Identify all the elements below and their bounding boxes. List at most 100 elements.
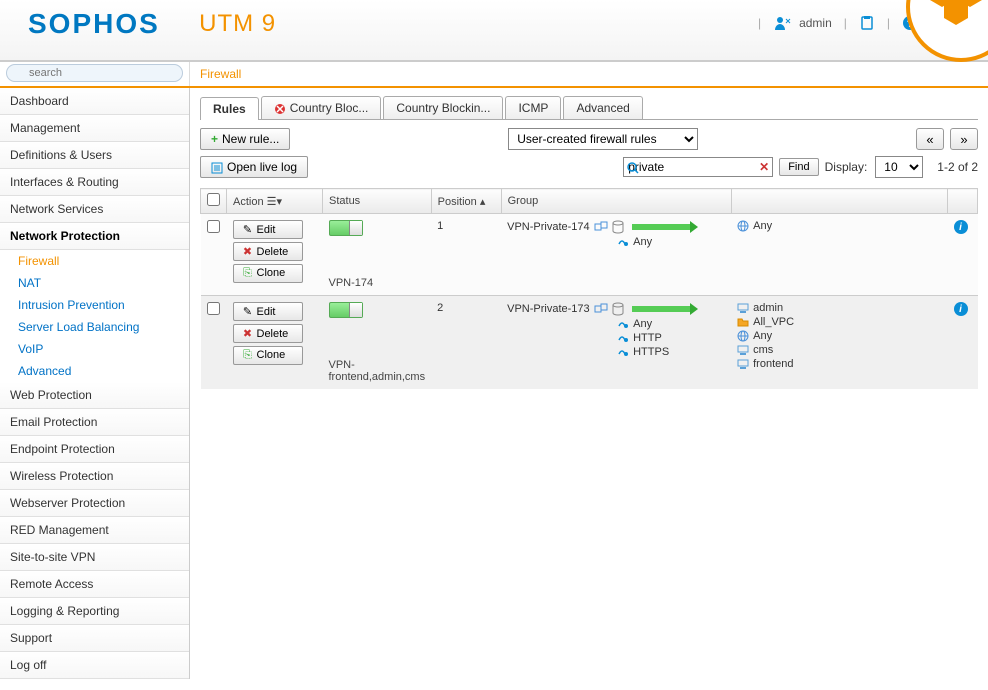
tab-advanced[interactable]: Advanced [563, 96, 642, 119]
clone-button[interactable]: ⎘Clone [233, 346, 303, 365]
status-toggle[interactable] [329, 302, 363, 318]
service-label: Any [633, 318, 652, 330]
sort-asc-icon: ▴ [480, 196, 486, 208]
action-menu-icon[interactable]: ☰▾ [267, 196, 282, 208]
tab-label: Rules [213, 102, 246, 116]
sidebar-subitem-firewall[interactable]: Firewall [0, 250, 189, 272]
page-next-button[interactable]: » [950, 128, 978, 150]
globe-icon [737, 220, 749, 232]
content-area: Rules Country Bloc... Country Blockin... IC… [190, 88, 988, 679]
edit-button[interactable]: ✎Edit [233, 220, 303, 239]
position-value: 1 [437, 220, 443, 232]
clone-button[interactable]: ⎘Clone [233, 264, 303, 283]
tab-country-bloc-[interactable]: Country Bloc... [261, 96, 382, 119]
display-label: Display: [825, 160, 868, 174]
sidebar-item-network-services[interactable]: Network Services [0, 196, 189, 223]
product-name: UTM 9 [199, 10, 276, 38]
rule-name: VPN-frontend,admin,cms [329, 359, 426, 383]
sidebar-item-support[interactable]: Support [0, 625, 189, 652]
rule-search-input[interactable] [623, 157, 773, 177]
edit-icon: ✎ [242, 305, 254, 318]
select-all-checkbox[interactable] [207, 193, 220, 206]
new-rule-label: New rule... [222, 132, 279, 146]
sidebar-item-red-management[interactable]: RED Management [0, 517, 189, 544]
tab-icmp[interactable]: ICMP [505, 96, 561, 119]
user-icon [773, 15, 791, 31]
log-icon [211, 160, 223, 174]
sidebar-item-definitions-users[interactable]: Definitions & Users [0, 142, 189, 169]
col-group[interactable]: Group [508, 195, 539, 207]
col-action[interactable]: Action [233, 196, 264, 208]
sidebar-item-wireless-protection[interactable]: Wireless Protection [0, 463, 189, 490]
network-icon [594, 303, 608, 315]
destination-label: Any [753, 330, 772, 342]
rule-service: HTTP [507, 332, 725, 344]
clone-icon: ⎘ [242, 267, 254, 280]
find-button[interactable]: Find [779, 158, 818, 176]
service-icon [617, 318, 629, 330]
rule-destination: All_VPC [737, 316, 941, 328]
source-label: VPN-Private-174 [507, 221, 590, 233]
source-label: VPN-Private-173 [507, 303, 590, 315]
rule-source: VPN-Private-174 [507, 220, 725, 234]
delete-button[interactable]: ✖Delete [233, 324, 303, 343]
clone-icon: ⎘ [242, 349, 254, 362]
sidebar-subitem-nat[interactable]: NAT [0, 272, 189, 294]
service-label: HTTPS [633, 346, 669, 358]
page-prev-button[interactable]: « [916, 128, 944, 150]
folder-icon [737, 316, 749, 328]
col-status[interactable]: Status [329, 195, 360, 207]
tab-label: ICMP [518, 101, 548, 115]
info-icon[interactable]: i [954, 302, 968, 316]
tab-country-blockin-[interactable]: Country Blockin... [383, 96, 503, 119]
sidebar-subitem-server-load-balancing[interactable]: Server Load Balancing [0, 316, 189, 338]
rule-filter-select[interactable]: User-created firewall rules [508, 128, 698, 150]
sidebar-item-remote-access[interactable]: Remote Access [0, 571, 189, 598]
delete-icon: ✖ [242, 245, 254, 258]
rule-destination: cms [737, 344, 941, 356]
col-position[interactable]: Position [438, 196, 477, 208]
sidebar-item-network-protection[interactable]: Network Protection [0, 223, 189, 250]
service-icon [617, 236, 629, 248]
sidebar-item-email-protection[interactable]: Email Protection [0, 409, 189, 436]
tab-rules[interactable]: Rules [200, 97, 259, 120]
top-header: SOPHOS UTM 9 | admin | | ? [0, 0, 988, 62]
sidebar-item-web-protection[interactable]: Web Protection [0, 382, 189, 409]
clear-search-icon[interactable]: ✕ [759, 160, 769, 174]
sidebar-item-logging-reporting[interactable]: Logging & Reporting [0, 598, 189, 625]
tab-label: Country Blockin... [396, 101, 490, 115]
edit-button[interactable]: ✎Edit [233, 302, 303, 321]
info-icon[interactable]: i [954, 220, 968, 234]
service-label: HTTP [633, 332, 662, 344]
table-row: ✎Edit ✖Delete ⎘Clone VPN-frontend,admin,cms… [201, 296, 978, 390]
sidebar-item-log-off[interactable]: Log off [0, 652, 189, 679]
sidebar-item-endpoint-protection[interactable]: Endpoint Protection [0, 436, 189, 463]
open-log-label: Open live log [227, 160, 297, 174]
db-icon [612, 302, 624, 316]
delete-button[interactable]: ✖Delete [233, 242, 303, 261]
status-toggle[interactable] [329, 220, 363, 236]
row-checkbox[interactable] [207, 220, 220, 233]
sidebar-subitem-voip[interactable]: VoIP [0, 338, 189, 360]
service-label: Any [633, 236, 652, 248]
new-rule-button[interactable]: + New rule... [200, 128, 290, 150]
open-live-log-button[interactable]: Open live log [200, 156, 308, 178]
sidebar-item-site-to-site-vpn[interactable]: Site-to-site VPN [0, 544, 189, 571]
sidebar-item-dashboard[interactable]: Dashboard [0, 88, 189, 115]
rule-destination: Any [737, 330, 941, 342]
sidebar-subitem-advanced[interactable]: Advanced [0, 360, 189, 382]
corner-emblem [868, 0, 988, 72]
sidebar-item-webserver-protection[interactable]: Webserver Protection [0, 490, 189, 517]
tab-label: Advanced [576, 101, 629, 115]
service-icon [617, 346, 629, 358]
display-count-select[interactable]: 10 [875, 156, 923, 178]
global-search-input[interactable] [6, 64, 183, 82]
row-checkbox[interactable] [207, 302, 220, 315]
rule-source: VPN-Private-173 [507, 302, 725, 316]
toolbar-row-1: + New rule... User-created firewall rule… [200, 128, 978, 150]
sidebar-item-interfaces-routing[interactable]: Interfaces & Routing [0, 169, 189, 196]
header-username[interactable]: admin [799, 16, 832, 30]
sidebar-item-management[interactable]: Management [0, 115, 189, 142]
allow-arrow-icon [632, 306, 692, 312]
sidebar-subitem-intrusion-prevention[interactable]: Intrusion Prevention [0, 294, 189, 316]
